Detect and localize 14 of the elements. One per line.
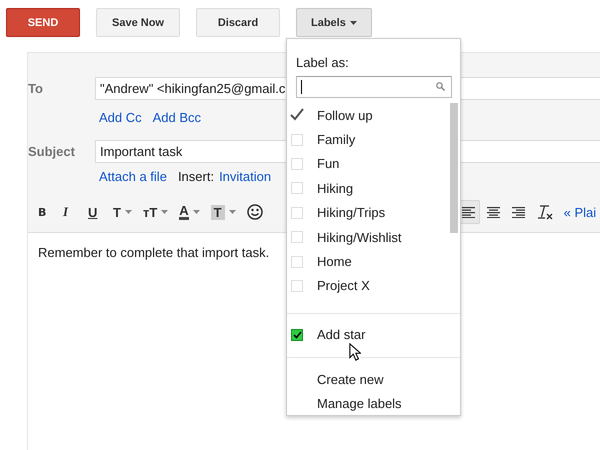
subject-label: Subject xyxy=(28,144,76,159)
label-name: Home xyxy=(317,254,352,269)
to-label: To xyxy=(28,81,44,96)
body-text: Remember to complete that import task. xyxy=(38,245,270,260)
menu-title: Label as: xyxy=(295,54,350,70)
label-name: Hiking xyxy=(317,180,354,196)
add-star-label: Add star xyxy=(317,327,366,342)
label-name: Fun xyxy=(317,156,340,172)
insert-label: Insert: xyxy=(178,169,214,184)
label-name: Follow up xyxy=(317,108,373,123)
label-name: Project X xyxy=(317,278,370,294)
label-name: Family xyxy=(317,132,356,148)
label-name: Hiking/Wishlist xyxy=(317,230,402,245)
label-name: Hiking/Trips xyxy=(317,205,386,220)
